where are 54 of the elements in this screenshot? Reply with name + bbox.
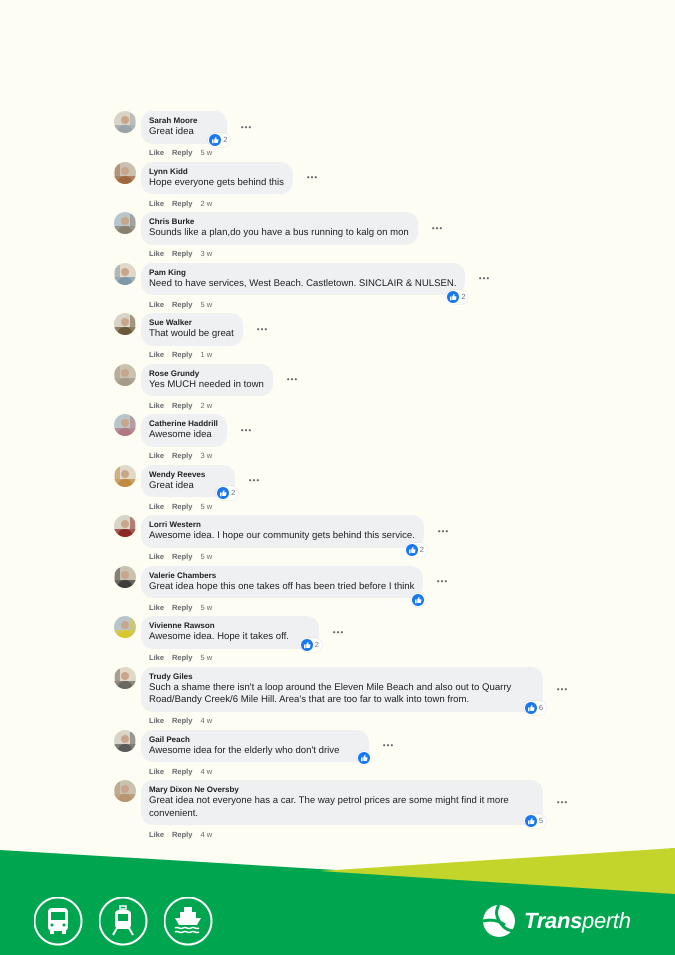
comment-text: Great idea hope this one takes off has been tried before I think xyxy=(149,580,414,593)
commenter-name[interactable]: Trudy Giles xyxy=(149,670,534,682)
comment-text: That would be great xyxy=(149,328,234,340)
like-icon xyxy=(300,638,313,650)
like-icon xyxy=(524,815,537,827)
commenter-name[interactable]: Wendy Reeves xyxy=(149,468,206,480)
like-icon xyxy=(447,291,460,303)
comment-text: Awesome idea xyxy=(149,429,213,442)
commenter-name[interactable]: Sarah Moore xyxy=(149,115,198,126)
bus-icon xyxy=(34,897,84,947)
commenter-name[interactable]: Mary Dixon Ne Oversby xyxy=(149,784,534,795)
comment-text: Awesome idea. I hope our community gets behind this service. xyxy=(149,530,415,542)
commenter-name[interactable]: Pam King xyxy=(149,266,456,278)
comment-text: Great idea xyxy=(149,126,195,138)
commenter-name[interactable]: Sue Walker xyxy=(149,317,234,328)
more-icon[interactable] xyxy=(332,630,343,634)
more-icon[interactable] xyxy=(286,378,297,382)
more-icon[interactable] xyxy=(557,688,567,690)
comment-text: Hope everyone gets behind this xyxy=(149,176,284,189)
like-icon xyxy=(209,134,222,146)
train-icon xyxy=(99,897,149,947)
brand-name: Transperth xyxy=(524,908,631,934)
comment-text: Such a shame there isn't a loop around the Eleven Mile Beach and also out to Quarry Road/Bandy Creek/6 Mile Hill. Area's that are too far to walk into town from. xyxy=(149,682,512,706)
more-icon[interactable] xyxy=(432,226,442,230)
comment-text: Awesome idea for the elderly who don't drive xyxy=(149,744,340,757)
more-icon[interactable] xyxy=(383,744,394,748)
logo-icon xyxy=(482,904,516,938)
comment-text: Great idea xyxy=(149,480,195,492)
more-icon[interactable] xyxy=(437,580,448,584)
more-icon[interactable] xyxy=(249,479,260,482)
like-icon xyxy=(406,544,418,556)
like-icon xyxy=(217,487,230,499)
more-icon[interactable] xyxy=(479,277,490,280)
commenter-name[interactable]: Rose Grundy xyxy=(149,368,264,378)
more-icon[interactable] xyxy=(557,801,567,804)
commenter-name[interactable]: Vivienne Rawson xyxy=(149,620,289,631)
more-icon[interactable] xyxy=(306,176,317,180)
more-icon[interactable] xyxy=(256,328,267,331)
comment-text: Need to have services, West Beach. Castletown. SINCLAIR & NULSEN. xyxy=(149,278,456,290)
commenter-name[interactable]: Chris Burke xyxy=(149,216,409,227)
commenter-name[interactable]: Lynn Kidd xyxy=(149,166,284,176)
commenter-name[interactable]: Lorri Western xyxy=(149,519,415,530)
more-icon[interactable] xyxy=(240,428,251,432)
comment-text: Yes MUCH needed in town xyxy=(149,378,264,391)
more-icon[interactable] xyxy=(438,530,448,533)
commenter-name[interactable]: Catherine Haddrill xyxy=(149,418,218,429)
like-icon xyxy=(524,702,537,714)
comment-text: Awesome idea. Hope it takes off. xyxy=(149,631,289,644)
more-icon[interactable] xyxy=(241,126,252,129)
commenter-name[interactable]: Valerie Chambers xyxy=(149,570,414,580)
comment-text: Sounds like a plan,do you have a bus running to kalg on mon xyxy=(149,227,409,240)
comment-text: Great idea not everyone has a car. The way petrol prices are some might find it more convenient. xyxy=(149,795,510,820)
commenter-name[interactable]: Gail Peach xyxy=(149,734,340,744)
ship-icon xyxy=(164,897,214,947)
